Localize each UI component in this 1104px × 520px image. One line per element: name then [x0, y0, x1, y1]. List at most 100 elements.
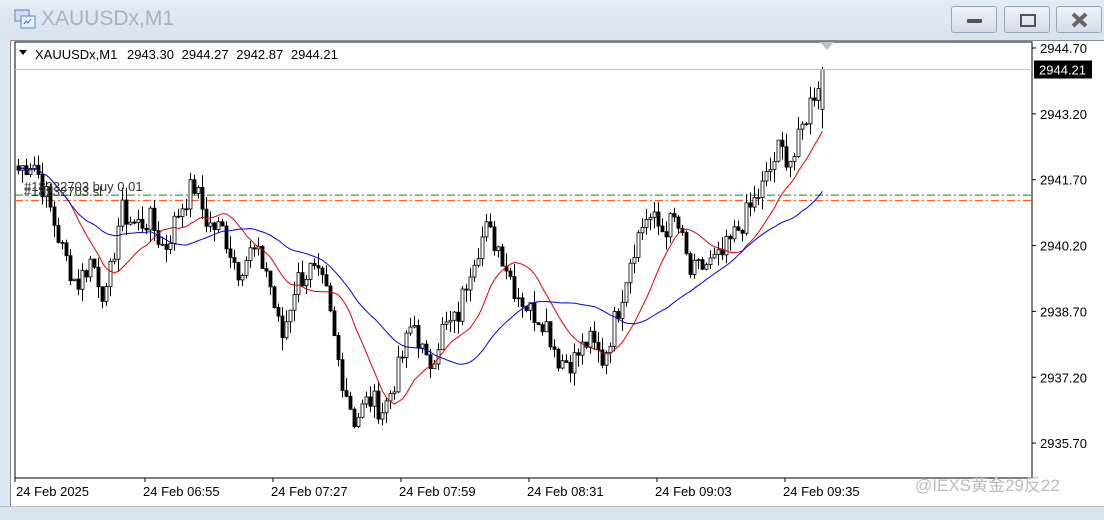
candle — [308, 262, 313, 288]
x-tick-label: 24 Feb 07:27 — [271, 484, 348, 499]
collapse-triangle-icon[interactable] — [19, 50, 27, 55]
candle — [80, 263, 85, 302]
candle — [300, 260, 305, 287]
plot-frame — [14, 41, 1033, 479]
candle — [52, 201, 57, 238]
candle — [716, 241, 721, 266]
candle — [696, 258, 701, 270]
candle — [732, 219, 737, 243]
candle — [212, 221, 217, 242]
candle — [548, 321, 553, 350]
candle — [496, 245, 501, 258]
candle — [176, 208, 181, 219]
header-high: 2944.27 — [182, 47, 229, 62]
candle — [92, 258, 97, 269]
candle — [208, 211, 213, 233]
candle — [344, 378, 349, 398]
candle — [112, 252, 117, 265]
header-symbol: XAUUSDx,M1 — [35, 47, 117, 62]
y-tick-label: 2944.70 — [1040, 41, 1087, 56]
candle — [84, 269, 89, 283]
candle — [132, 219, 137, 225]
candle — [476, 248, 481, 268]
candle — [396, 345, 401, 394]
candle — [688, 251, 693, 279]
candle — [768, 157, 773, 182]
current-price-label: 2944.21 — [1039, 63, 1086, 78]
candle — [668, 212, 673, 244]
chart-shift-marker-icon[interactable] — [820, 42, 834, 50]
candle — [800, 121, 805, 140]
candle — [364, 391, 369, 409]
candle — [808, 86, 813, 135]
candle — [492, 220, 497, 256]
candle — [424, 340, 429, 356]
candle — [152, 200, 157, 241]
candle — [120, 187, 125, 232]
candle — [488, 213, 493, 229]
candle — [644, 208, 649, 235]
chart-header: XAUUSDx,M1 2943.30 2944.27 2942.87 2944.… — [35, 47, 338, 62]
candle — [728, 234, 733, 251]
candle — [236, 261, 241, 287]
candle — [612, 307, 617, 352]
candle — [324, 265, 329, 287]
candle — [140, 206, 145, 232]
candle — [96, 257, 101, 298]
candle — [796, 116, 801, 158]
candle — [200, 175, 205, 220]
candle — [108, 258, 113, 297]
candle — [752, 186, 757, 212]
candle — [64, 239, 69, 262]
y-tick-label: 2940.20 — [1040, 239, 1087, 254]
candle — [756, 188, 761, 206]
candle — [316, 253, 321, 276]
candle — [180, 203, 185, 228]
candle — [500, 243, 505, 267]
candle — [128, 216, 133, 226]
candle — [36, 155, 41, 179]
candle — [652, 202, 657, 229]
candle — [632, 244, 637, 274]
candle — [460, 286, 465, 326]
candle — [356, 412, 361, 429]
candle — [336, 332, 341, 367]
candle — [272, 285, 277, 309]
candle — [276, 303, 281, 322]
candle — [320, 266, 325, 284]
candle — [672, 207, 677, 223]
candle — [640, 218, 645, 241]
candle — [468, 267, 473, 302]
candle — [596, 332, 601, 363]
candle — [380, 403, 385, 426]
candle — [228, 236, 233, 269]
candle — [284, 310, 289, 340]
candle — [100, 286, 105, 309]
candle — [580, 333, 585, 365]
candle — [220, 218, 225, 227]
candle — [784, 133, 789, 171]
status-bar — [0, 506, 1104, 520]
candle — [136, 209, 141, 231]
candle — [392, 386, 397, 400]
candle — [568, 354, 573, 383]
candle — [268, 270, 273, 296]
candle — [740, 228, 745, 242]
price-chart[interactable]: XAUUSDx,M1 2943.30 2944.27 2942.87 2944.… — [0, 0, 1104, 519]
candle — [508, 267, 513, 280]
candle — [148, 206, 153, 243]
candle — [564, 354, 569, 363]
candle — [172, 211, 177, 251]
candle — [248, 240, 253, 268]
candle — [812, 87, 817, 107]
candle — [520, 292, 525, 318]
candle — [620, 290, 625, 331]
candle — [240, 273, 245, 287]
candle — [552, 339, 557, 358]
candle — [24, 158, 29, 176]
candle — [708, 250, 713, 269]
candle — [304, 275, 309, 294]
candle — [788, 160, 793, 178]
candle — [576, 348, 581, 367]
candle — [188, 172, 193, 217]
